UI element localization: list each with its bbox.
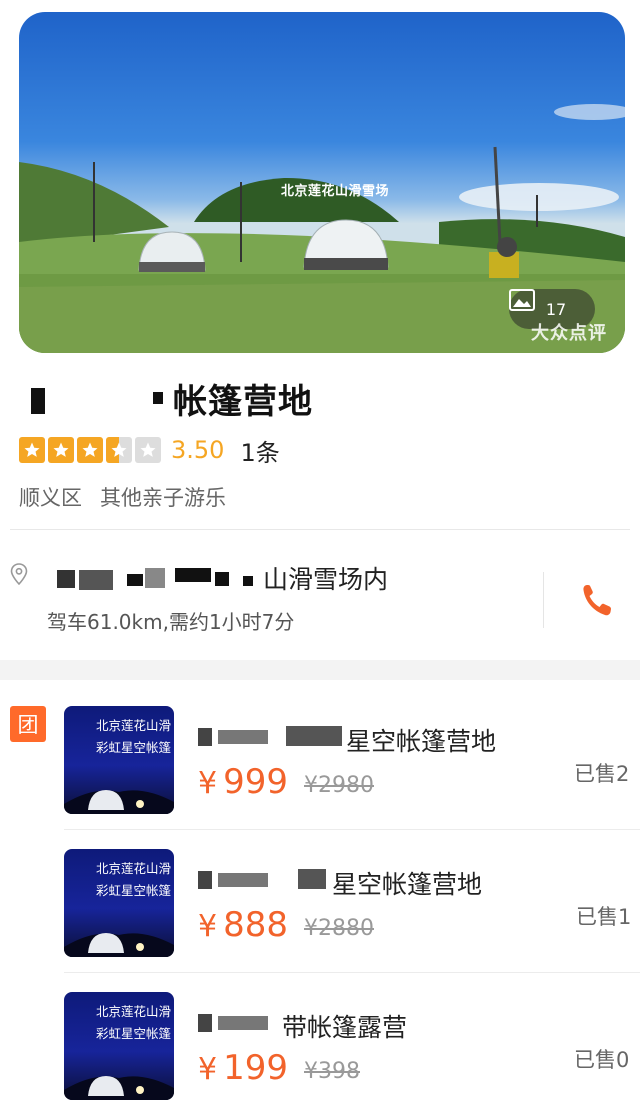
thumb-text: 北京莲花山滑 xyxy=(96,1004,172,1019)
rating-score: 3.50 xyxy=(171,436,225,464)
half-star-icon xyxy=(106,437,132,463)
deal-thumbnail: 北京莲花山滑 彩虹星空帐篷 xyxy=(64,849,174,957)
thumb-text: 北京莲花山滑 xyxy=(96,718,172,733)
poi-tags: 顺义区 其他亲子游乐 xyxy=(19,482,226,512)
star-icon xyxy=(48,437,74,463)
redaction-mark xyxy=(127,574,143,586)
location-pin-icon xyxy=(10,563,28,586)
redaction-mark xyxy=(198,1014,212,1032)
section-gap xyxy=(0,660,640,680)
phone-icon[interactable] xyxy=(580,582,612,618)
redaction-mark xyxy=(198,871,212,889)
district-tag: 顺义区 xyxy=(19,486,82,510)
hero-image[interactable]: 北京莲花山滑雪场 17 大众点评 xyxy=(19,12,625,353)
thumb-dome-image xyxy=(64,933,174,957)
thumb-text: 北京莲花山滑 xyxy=(96,861,172,876)
deal-sold-count: 已售0 xyxy=(574,1048,630,1072)
deal-original-price: ¥2980 xyxy=(304,773,374,798)
redaction-mark xyxy=(218,873,268,887)
redaction-mark xyxy=(218,1016,268,1030)
redaction-mark xyxy=(298,869,326,889)
watermark: 大众点评 xyxy=(531,323,607,344)
vertical-divider xyxy=(543,572,544,628)
thumb-text: 彩虹星空帐篷 xyxy=(96,740,172,755)
divider xyxy=(10,529,630,530)
deal-price: ¥888 xyxy=(198,905,288,945)
deal-thumbnail: 北京莲花山滑 彩虹星空帐篷 xyxy=(64,706,174,814)
rating-row[interactable]: 3.50 1条 xyxy=(19,432,280,468)
drive-distance: 驾车61.0km,需约1小时7分 xyxy=(47,610,295,634)
deal-original-price: ¥398 xyxy=(304,1059,360,1084)
thumb-dome-image xyxy=(64,790,174,814)
star-rating xyxy=(19,437,161,463)
deal-price: ¥199 xyxy=(198,1048,288,1088)
address-row[interactable]: 山滑雪场内 xyxy=(47,560,517,594)
redaction-mark xyxy=(175,568,211,582)
deal-sold-count: 已售2 xyxy=(574,762,630,786)
empty-star-icon xyxy=(135,437,161,463)
star-icon xyxy=(19,437,45,463)
thumb-text: 彩虹星空帐篷 xyxy=(96,1026,172,1041)
redaction-mark xyxy=(215,572,229,586)
redaction-mark xyxy=(198,728,212,746)
poi-title: 帐篷营地 xyxy=(173,382,313,422)
divider xyxy=(64,972,640,973)
poi-title-row: 帐篷营地 xyxy=(19,372,619,422)
redaction-mark xyxy=(79,570,113,590)
redaction-mark xyxy=(286,726,342,746)
redaction-mark xyxy=(57,570,75,588)
deal-name: 带帐篷露营 xyxy=(282,1013,408,1042)
star-icon xyxy=(77,437,103,463)
redaction-mark xyxy=(243,576,253,586)
review-count-link[interactable]: 1条 xyxy=(240,433,279,468)
redaction-mark xyxy=(153,392,163,404)
deal-price: ¥999 xyxy=(198,762,288,802)
deal-item[interactable]: 北京莲花山滑 彩虹星空帐篷 带帐篷露营 ¥199 ¥398 已售0 xyxy=(0,992,640,1114)
thumb-text: 彩虹星空帐篷 xyxy=(96,883,172,898)
deal-item[interactable]: 北京莲花山滑 彩虹星空帐篷 星空帐篷营地 ¥999 ¥2980 已售2 xyxy=(0,706,640,848)
deal-thumbnail: 北京莲花山滑 彩虹星空帐篷 xyxy=(64,992,174,1100)
thumb-dome-image xyxy=(64,1076,174,1100)
deal-item[interactable]: 北京莲花山滑 彩虹星空帐篷 星空帐篷营地 ¥888 ¥2880 已售1 xyxy=(0,849,640,991)
hero-sign-text: 北京莲花山滑雪场 xyxy=(281,184,390,199)
deal-original-price: ¥2880 xyxy=(304,916,374,941)
photo-count-label: 17 xyxy=(545,299,567,319)
redaction-mark xyxy=(31,388,45,414)
deal-name: 星空帐篷营地 xyxy=(346,727,497,756)
redaction-mark xyxy=(218,730,268,744)
deal-sold-count: 已售1 xyxy=(576,905,632,929)
category-tag: 其他亲子游乐 xyxy=(100,486,226,510)
deal-name: 星空帐篷营地 xyxy=(332,870,483,899)
address-text: 山滑雪场内 xyxy=(263,565,389,594)
divider xyxy=(64,829,640,830)
redaction-mark xyxy=(145,568,165,588)
